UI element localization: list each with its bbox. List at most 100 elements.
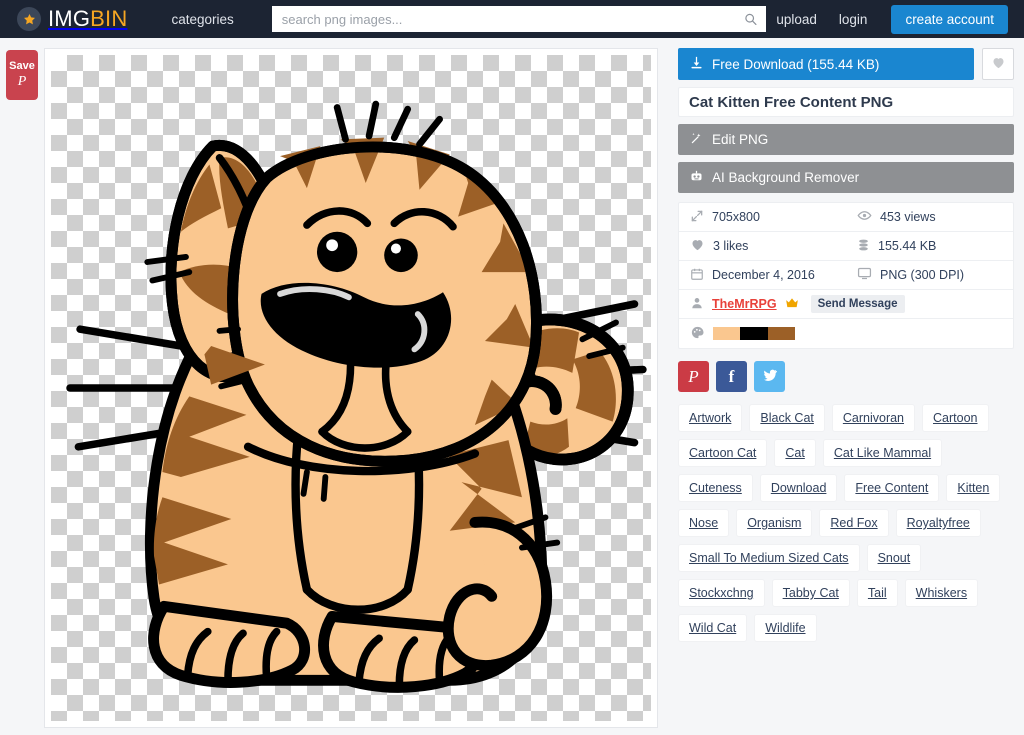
star-icon	[17, 7, 41, 31]
metadata-row: 705x800 453 views	[679, 203, 1013, 232]
metadata-format: PNG (300 DPI)	[846, 261, 1013, 289]
heart-icon	[991, 55, 1006, 73]
tag-item[interactable]: Nose	[678, 509, 730, 537]
tag-item[interactable]: Cartoon Cat	[678, 439, 768, 467]
header-actions: upload login create account	[766, 4, 1012, 34]
ai-background-remover-button[interactable]: AI Background Remover	[678, 162, 1014, 193]
cat-illustration	[66, 100, 647, 693]
metadata-palette	[679, 319, 1013, 348]
share-twitter-button[interactable]	[754, 361, 785, 392]
metadata-views: 453 views	[846, 203, 1013, 231]
metadata-dimensions: 705x800	[679, 203, 846, 231]
logo-text: IMGBIN	[48, 6, 127, 32]
tag-item[interactable]: Wild Cat	[678, 614, 748, 642]
metadata-views-value: 453 views	[880, 210, 936, 224]
monitor-icon	[857, 266, 872, 284]
pinterest-save-label: Save	[9, 60, 35, 72]
share-facebook-button[interactable]: f	[716, 361, 747, 392]
image-metadata-table: 705x800 453 views 3 likes 155.44 KB Dece…	[678, 202, 1014, 349]
metadata-row: 3 likes 155.44 KB	[679, 232, 1013, 261]
ai-background-remover-label: AI Background Remover	[712, 170, 860, 185]
tag-item[interactable]: Artwork	[678, 404, 743, 432]
tag-item[interactable]: Cartoon	[922, 404, 989, 432]
free-download-label: Free Download (155.44 KB)	[712, 56, 880, 72]
nav-login[interactable]: login	[829, 12, 878, 27]
metadata-likes-value: 3 likes	[713, 239, 749, 253]
crown-icon	[785, 297, 799, 312]
tag-item[interactable]: Free Content	[844, 474, 940, 502]
metadata-palette-row	[679, 319, 1013, 348]
pinterest-save-button[interactable]: Save P	[6, 50, 38, 100]
tag-item[interactable]: Kitten	[946, 474, 1001, 502]
logo-text-bin: BIN	[90, 6, 128, 31]
tag-item[interactable]: Whiskers	[904, 579, 979, 607]
database-icon	[857, 238, 870, 255]
author-name-link[interactable]: TheMrRPG	[712, 297, 777, 311]
tag-item[interactable]: Black Cat	[749, 404, 825, 432]
robot-icon	[689, 169, 704, 187]
heart-icon	[690, 237, 705, 255]
tag-list: Artwork Black Cat Carnivoran Cartoon Cartoon…	[678, 404, 1014, 642]
detail-sidebar: Free Download (155.44 KB) Cat Kitten Fre…	[670, 38, 1024, 735]
palette-icon	[690, 325, 705, 343]
facebook-icon: f	[728, 366, 735, 386]
favorite-button[interactable]	[982, 48, 1014, 80]
download-row: Free Download (155.44 KB)	[678, 48, 1014, 80]
edit-png-button[interactable]: Edit PNG	[678, 124, 1014, 155]
metadata-format-value: PNG (300 DPI)	[880, 268, 965, 282]
tag-item[interactable]: Cat Like Mammal	[822, 439, 943, 467]
tag-item[interactable]: Wildlife	[754, 614, 817, 642]
image-stage[interactable]	[44, 48, 658, 728]
search-box[interactable]	[271, 6, 767, 32]
search-icon[interactable]	[744, 13, 757, 26]
tag-item[interactable]: Carnivoran	[831, 404, 916, 432]
share-pinterest-button[interactable]: P	[678, 361, 709, 392]
metadata-filesize-value: 155.44 KB	[878, 239, 937, 253]
metadata-row: December 4, 2016 PNG (300 DPI)	[679, 261, 1013, 290]
tag-item[interactable]: Red Fox	[819, 509, 889, 537]
resize-icon	[690, 209, 704, 226]
palette-swatch-1	[713, 327, 741, 340]
tag-item[interactable]: Organism	[736, 509, 813, 537]
logo-text-img: IMG	[48, 6, 91, 31]
pinterest-icon: P	[688, 366, 699, 386]
metadata-author-row: TheMrRPG Send Message	[679, 290, 1013, 319]
social-share-buttons: P f	[678, 361, 1014, 392]
edit-png-label: Edit PNG	[712, 132, 769, 147]
color-palette-swatches	[713, 327, 795, 340]
left-rail: Save P	[0, 38, 44, 735]
twitter-icon	[762, 367, 778, 386]
free-download-button[interactable]: Free Download (155.44 KB)	[678, 48, 974, 80]
tag-item[interactable]: Small To Medium Sized Cats	[678, 544, 860, 572]
search-input[interactable]	[271, 6, 767, 32]
image-stage-wrapper	[44, 38, 670, 735]
calendar-icon	[690, 267, 704, 284]
tag-item[interactable]: Cuteness	[678, 474, 753, 502]
pinterest-icon: P	[17, 74, 27, 89]
tag-item[interactable]: Cat	[774, 439, 816, 467]
download-icon	[689, 55, 704, 73]
metadata-date: December 4, 2016	[679, 261, 846, 289]
tag-item[interactable]: Tabby Cat	[771, 579, 850, 607]
tag-item[interactable]: Tail	[856, 579, 898, 607]
tag-item[interactable]: Stockxchng	[678, 579, 765, 607]
metadata-filesize: 155.44 KB	[846, 232, 1013, 260]
site-logo[interactable]: IMGBIN	[17, 6, 127, 32]
metadata-likes: 3 likes	[679, 232, 846, 260]
tag-item[interactable]: Download	[759, 474, 838, 502]
nav-upload[interactable]: upload	[766, 12, 827, 27]
magic-wand-icon	[689, 131, 704, 149]
tag-item[interactable]: Snout	[866, 544, 922, 572]
main-content: Save P Free Download (155.44 KB) Cat Kit…	[0, 38, 1024, 735]
palette-swatch-3	[767, 327, 795, 340]
tag-item[interactable]: Royaltyfree	[895, 509, 981, 537]
create-account-button[interactable]: create account	[891, 4, 1008, 34]
user-icon	[690, 296, 704, 313]
palette-swatch-2	[740, 327, 768, 340]
eye-icon	[857, 208, 872, 226]
send-message-button[interactable]: Send Message	[810, 295, 905, 313]
metadata-date-value: December 4, 2016	[712, 268, 815, 282]
metadata-author: TheMrRPG Send Message	[679, 290, 1013, 318]
nav-categories[interactable]: categories	[161, 12, 243, 27]
metadata-dimensions-value: 705x800	[712, 210, 760, 224]
